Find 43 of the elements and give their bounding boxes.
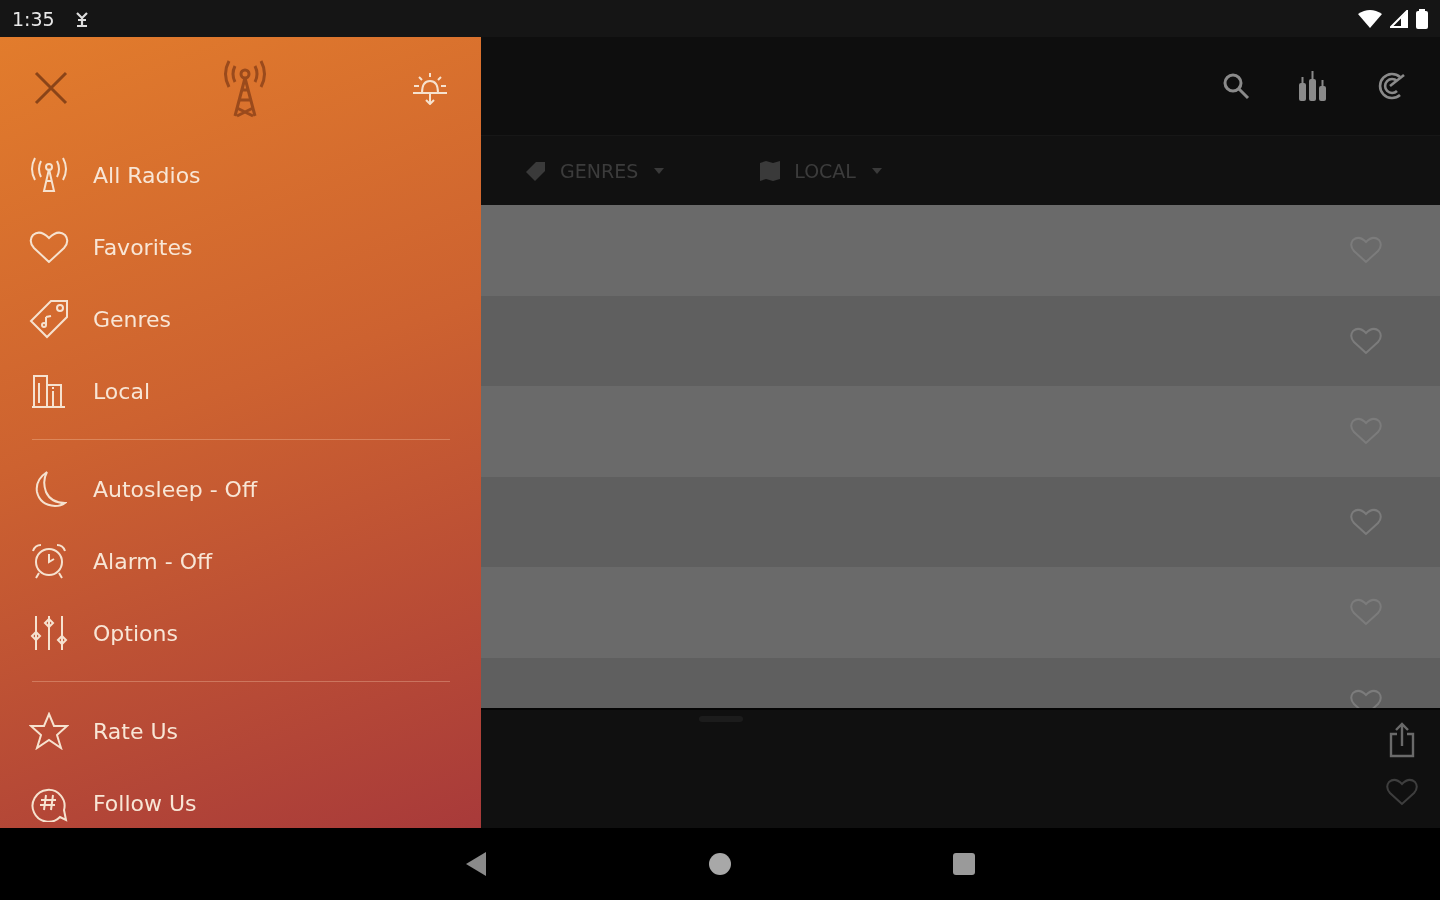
menu-item[interactable]: Follow Us bbox=[93, 790, 197, 816]
sliders-icon bbox=[30, 614, 68, 652]
equalizer-icon[interactable] bbox=[1298, 71, 1328, 101]
heart-icon bbox=[29, 230, 69, 264]
share-icon[interactable] bbox=[1388, 722, 1416, 758]
menu-item[interactable]: Alarm - Off bbox=[93, 548, 213, 574]
tag-icon bbox=[29, 299, 69, 339]
cast-icon[interactable] bbox=[1376, 71, 1406, 101]
caret-icon bbox=[871, 167, 882, 174]
buildings-icon bbox=[31, 373, 67, 409]
heart-icon[interactable] bbox=[1350, 507, 1382, 536]
station-row[interactable] bbox=[481, 205, 1440, 296]
antenna-icon bbox=[29, 157, 69, 193]
caret-icon bbox=[654, 167, 665, 174]
menu-item[interactable]: All Radios bbox=[93, 162, 201, 188]
station-row[interactable] bbox=[481, 567, 1440, 658]
star-icon bbox=[29, 712, 69, 750]
signal-icon bbox=[1390, 9, 1408, 28]
menu-item[interactable]: Autosleep - Off bbox=[93, 476, 258, 502]
status-time: 1:35 bbox=[12, 7, 55, 30]
map-icon bbox=[760, 160, 781, 181]
menu-item[interactable]: Genres bbox=[93, 306, 172, 332]
heart-icon[interactable] bbox=[1386, 778, 1418, 806]
menu-item[interactable]: Local bbox=[93, 378, 151, 404]
station-row[interactable] bbox=[481, 386, 1440, 477]
search-icon[interactable] bbox=[1222, 72, 1250, 100]
wifi-icon bbox=[1358, 9, 1382, 28]
menu-item[interactable]: Favorites bbox=[93, 234, 193, 260]
menu-item[interactable]: Rate Us bbox=[93, 718, 178, 744]
station-row[interactable] bbox=[481, 476, 1440, 567]
close-icon[interactable] bbox=[34, 71, 68, 105]
notification-icon bbox=[74, 10, 89, 27]
alarm-clock-icon bbox=[30, 542, 68, 580]
heart-icon[interactable] bbox=[1350, 688, 1382, 708]
lightbulb-icon[interactable] bbox=[411, 71, 449, 105]
recents-icon[interactable] bbox=[952, 852, 976, 876]
tag-icon bbox=[526, 160, 546, 181]
battery-icon bbox=[1416, 8, 1428, 29]
home-icon[interactable] bbox=[708, 852, 732, 876]
heart-icon[interactable] bbox=[1350, 326, 1382, 355]
menu-item[interactable]: Options bbox=[93, 620, 178, 646]
back-icon[interactable] bbox=[464, 851, 488, 877]
station-row[interactable] bbox=[481, 295, 1440, 386]
